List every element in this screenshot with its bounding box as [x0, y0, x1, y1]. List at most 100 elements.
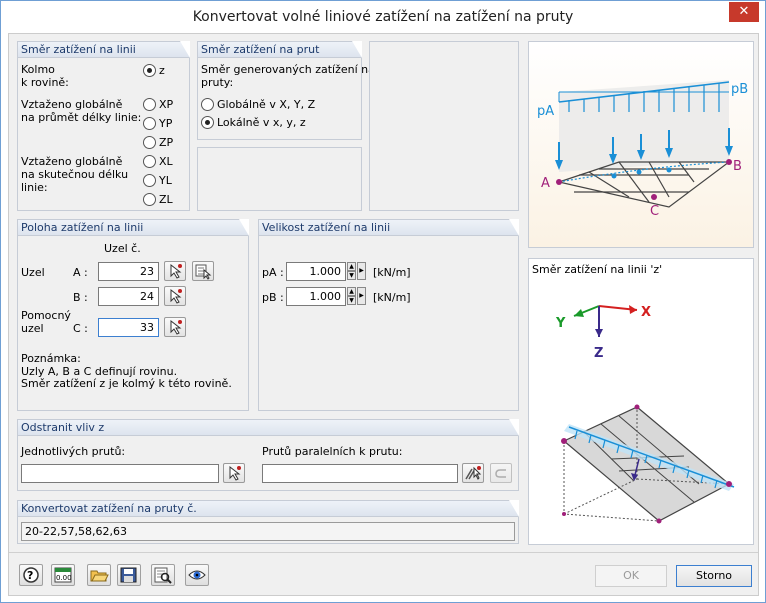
pick-icon — [170, 263, 182, 279]
help-button[interactable]: ? — [19, 564, 43, 586]
a-label: A : — [73, 266, 88, 279]
konvertovat-value: 20-22,57,58,62,63 — [21, 522, 515, 541]
radio-yp-label: YP — [159, 117, 173, 130]
uzel-label: Uzel — [21, 266, 45, 279]
radio-global[interactable] — [201, 98, 214, 111]
radio-xp[interactable] — [143, 98, 156, 111]
window-title: Konvertovat volné liniové zatížení na za… — [1, 1, 765, 33]
ok-button[interactable]: OK — [595, 565, 667, 587]
pick-members-button[interactable] — [223, 463, 245, 483]
view-details-button[interactable] — [151, 564, 175, 586]
pick-node-c-button[interactable] — [164, 317, 186, 337]
paralelnich-label: Prutů paralelních k prutu: — [262, 445, 403, 458]
node-b-diagram-label: B — [733, 159, 742, 174]
pb-unit: [kN/m] — [373, 291, 411, 304]
kolmo-label: Kolmo k rovině: — [21, 63, 69, 89]
save-button[interactable] — [117, 564, 141, 586]
radio-local[interactable] — [201, 116, 214, 129]
magnifier-icon — [154, 567, 172, 584]
open-button[interactable] — [87, 564, 111, 586]
line-load-diagram: pA pB A B C — [537, 80, 748, 219]
group-smer-prut: Směr zatížení na prut Směr generovaných … — [197, 41, 375, 140]
pa-input[interactable]: 1.000 — [286, 262, 346, 281]
b-label: B : — [73, 291, 88, 304]
group-smer-linie: Směr zatížení na linii Kolmo k rovině: z… — [17, 41, 190, 211]
pb-input[interactable]: 1.000 — [286, 287, 346, 306]
node-c-diagram-label: C — [650, 204, 659, 219]
radio-zp[interactable] — [143, 136, 156, 149]
smer-prut-desc: Směr generovaných zatížení na pruty: — [201, 63, 375, 89]
axis-x-label: X — [641, 305, 651, 320]
storno-button[interactable]: Storno — [676, 565, 752, 587]
eye-icon — [188, 570, 206, 580]
dialog-client: Směr zatížení na linii Kolmo k rovině: z… — [8, 33, 759, 596]
pick-node-a-button[interactable] — [164, 261, 186, 281]
radio-global-label: Globálně v X, Y, Z — [217, 98, 316, 111]
pa-spin-down[interactable]: ▼ — [347, 271, 356, 280]
empty-panel-1 — [197, 147, 362, 211]
radio-xl-label: XL — [159, 155, 173, 168]
units-button[interactable]: 0.00 — [51, 564, 75, 586]
pb-spin-up[interactable]: ▲ — [347, 287, 356, 296]
select-node-button[interactable] — [192, 261, 214, 281]
close-button[interactable]: ✕ — [729, 2, 759, 22]
group-title: Poloha zatížení na linii — [18, 219, 249, 236]
radio-zl-label: ZL — [159, 193, 173, 206]
group-title: Směr zatížení na linii — [18, 41, 190, 58]
pa-unit: [kN/m] — [373, 266, 411, 279]
group-konvertovat: Konvertovat zatížení na pruty č. 20-22,5… — [17, 500, 519, 544]
vztazeno-prumet-label: Vztaženo globálně na průmět délky linie: — [21, 98, 142, 124]
group-velikost: Velikost zatížení na linii pA : 1.000 ▲ … — [258, 219, 519, 411]
node-a-input[interactable]: 23 — [98, 262, 159, 281]
group-title: Velikost zatížení na linii — [259, 219, 519, 236]
pick-icon — [229, 465, 241, 481]
radio-yp[interactable] — [143, 117, 156, 130]
node-c-input[interactable]: 33 — [98, 318, 159, 337]
pick-icon — [170, 288, 182, 304]
group-poloha: Poloha zatížení na linii Uzel č. Uzel A … — [17, 219, 249, 411]
pa-label: pA : — [262, 266, 284, 279]
pick-node-b-button[interactable] — [164, 286, 186, 306]
radio-xp-label: XP — [159, 98, 174, 111]
save-icon — [120, 567, 137, 583]
vztazeno-skut-label: Vztaženo globálně na skutečnou délku lin… — [21, 155, 129, 194]
parallel-pick-icon — [465, 466, 482, 480]
node-a-diagram-label: A — [541, 176, 550, 191]
dialog-window: Konvertovat volné liniové zatížení na za… — [0, 0, 766, 603]
radio-yl[interactable] — [143, 174, 156, 187]
group-odstranit: Odstranit vliv z Jednotlivých prutů: Pru… — [17, 419, 519, 491]
chain-icon — [495, 469, 506, 478]
paralelnich-input[interactable] — [262, 464, 458, 483]
pa-spin-up[interactable]: ▲ — [347, 262, 356, 271]
pick-icon — [170, 319, 182, 335]
uzel-c-label: Uzel č. — [104, 242, 141, 255]
pb-spin-down[interactable]: ▼ — [347, 296, 356, 305]
pb-label: pB : — [262, 291, 284, 304]
parallel-option-button[interactable] — [490, 463, 512, 483]
radio-xl[interactable] — [143, 155, 156, 168]
pick-parallel-button[interactable] — [462, 463, 484, 483]
empty-panel-2 — [369, 41, 519, 211]
units-icon: 0.00 — [54, 567, 72, 583]
diagram-line-load: pA pB A B C — [528, 41, 754, 248]
diagram-direction: Směr zatížení na linii 'z' X Y Z — [528, 258, 754, 545]
view-button[interactable] — [185, 564, 209, 586]
pb-diagram-label: pB — [731, 82, 748, 97]
jednotlivych-input[interactable] — [21, 464, 219, 483]
help-icon: ? — [23, 567, 39, 583]
group-title: Směr zatížení na prut — [198, 41, 362, 58]
radio-zl[interactable] — [143, 193, 156, 206]
jednotlivych-label: Jednotlivých prutů: — [21, 445, 126, 458]
radio-z[interactable] — [143, 64, 156, 77]
axis-y-label: Y — [555, 316, 566, 331]
group-title: Konvertovat zatížení na pruty č. — [18, 500, 519, 517]
radio-local-label: Lokálně v x, y, z — [217, 116, 306, 129]
direction-diagram: X Y Z — [555, 305, 735, 524]
node-b-input[interactable]: 24 — [98, 287, 159, 306]
pb-menu-button[interactable]: ▶ — [357, 287, 366, 305]
pa-menu-button[interactable]: ▶ — [357, 262, 366, 280]
folder-open-icon — [90, 570, 109, 582]
radio-zp-label: ZP — [159, 136, 174, 149]
radio-z-label: z — [159, 64, 165, 77]
radio-yl-label: YL — [159, 174, 172, 187]
